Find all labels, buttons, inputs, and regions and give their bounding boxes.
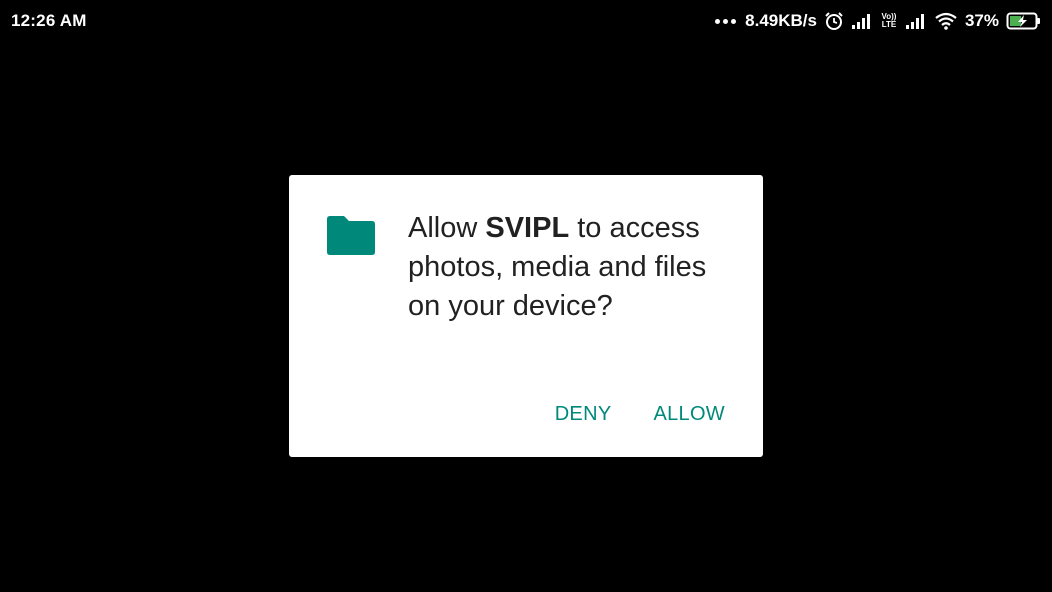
- wifi-icon: [935, 12, 957, 30]
- folder-icon: [327, 216, 375, 255]
- signal-icon-sim1: [851, 14, 870, 29]
- signal-icon-sim2: [905, 14, 924, 29]
- more-notifications-icon: [715, 18, 737, 24]
- dialog-actions: DENY ALLOW: [523, 397, 735, 432]
- deny-button[interactable]: DENY: [545, 397, 622, 432]
- status-time: 12:26 AM: [11, 11, 87, 30]
- volte-label-bottom: LTE: [881, 20, 897, 29]
- battery-percent: 37%: [964, 11, 999, 30]
- status-bar: 12:26 AM 8.49KB/s Vo)) LTE 37%: [0, 0, 1052, 42]
- battery-charging-icon: [1006, 12, 1040, 30]
- allow-button[interactable]: ALLOW: [643, 397, 735, 432]
- network-speed: 8.49KB/s: [745, 11, 817, 30]
- volte-icon: Vo)) LTE: [880, 13, 898, 29]
- message-prefix: Allow: [408, 212, 486, 244]
- alarm-icon: [825, 12, 843, 30]
- app-name: SVIPL: [485, 212, 570, 244]
- permission-dialog: Allow SVIPL to access photos, media and …: [289, 175, 763, 457]
- screen: 12:26 AM 8.49KB/s Vo)) LTE 37% Allow SVI…: [0, 0, 1052, 592]
- status-icons: 8.49KB/s Vo)) LTE 37%: [715, 8, 1042, 34]
- dialog-message: Allow SVIPL to access photos, media and …: [408, 209, 743, 326]
